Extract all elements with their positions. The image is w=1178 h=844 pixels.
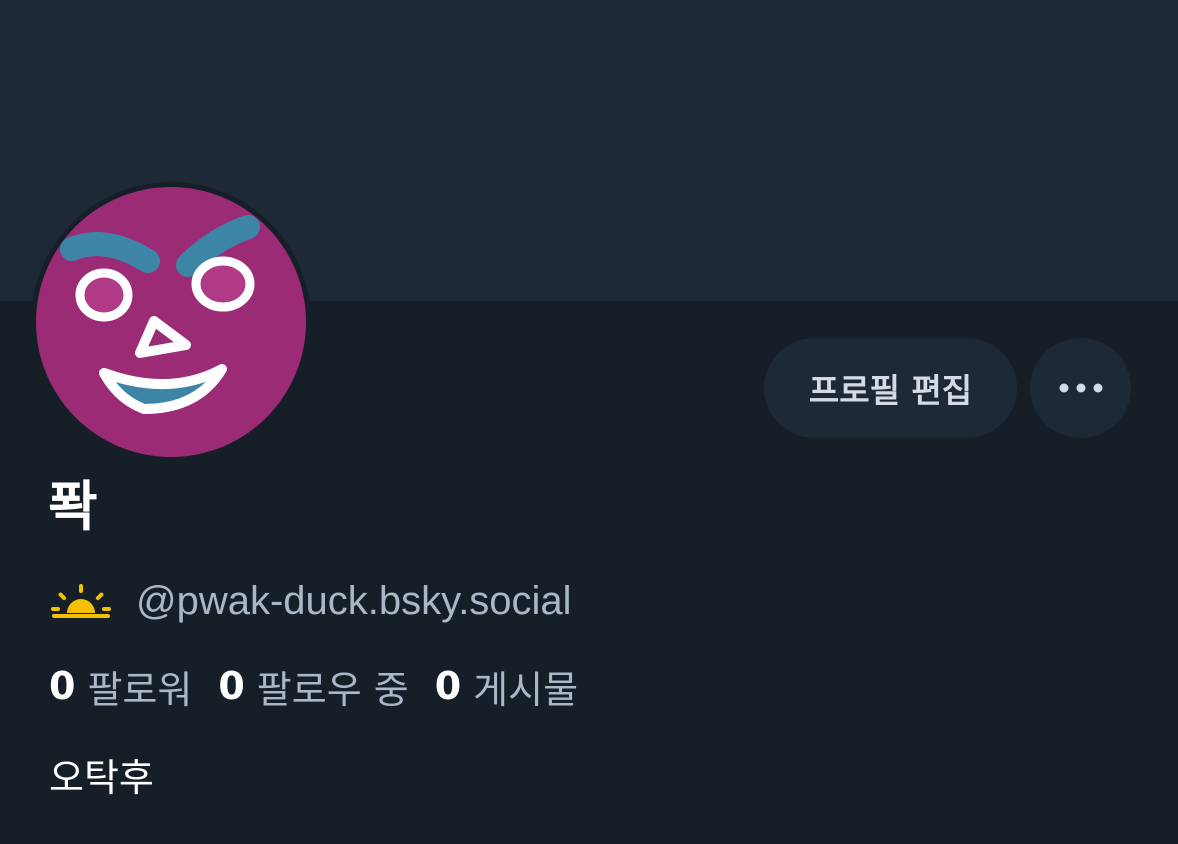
more-options-button[interactable]	[1030, 338, 1131, 438]
posts-count: 0	[434, 664, 462, 708]
more-icon	[1059, 383, 1102, 393]
profile-stats: 0 팔로워 0 팔로우 중 0 게시물	[49, 660, 604, 712]
profile-handle[interactable]: @pwak-duck.bsky.social	[136, 579, 572, 624]
posts-label: 게시물	[473, 667, 579, 712]
display-name: 퐉	[48, 475, 98, 538]
avatar[interactable]	[36, 187, 306, 457]
sunrise-icon	[51, 584, 111, 618]
edit-profile-button[interactable]: 프로필 편집	[764, 338, 1017, 438]
followers-count: 0	[49, 664, 76, 708]
following-stat[interactable]: 0 팔로우 중	[218, 659, 408, 714]
handle-row: @pwak-duck.bsky.social	[50, 575, 572, 627]
face-avatar-icon	[36, 187, 306, 457]
following-label: 팔로우 중	[256, 667, 409, 712]
posts-stat: 0 게시물	[435, 659, 578, 714]
following-count: 0	[218, 664, 245, 708]
profile-page: 프로필 편집 퐉 @pwak-duck.bsky.social 0 팔로워 0 …	[0, 0, 1178, 844]
followers-stat[interactable]: 0 팔로워	[49, 659, 192, 714]
followers-label: 팔로워	[87, 667, 193, 712]
profile-bio: 오탁후	[49, 756, 154, 800]
